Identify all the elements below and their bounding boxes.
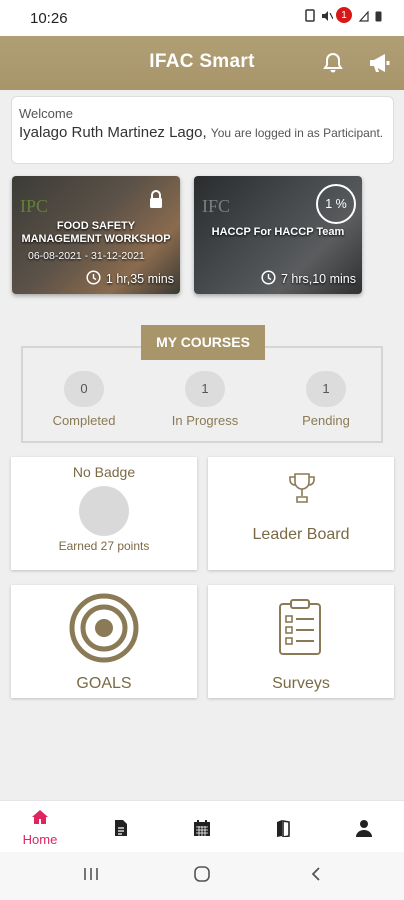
course-duration: 7 hrs,10 mins <box>261 270 356 288</box>
clock-icon <box>261 270 276 288</box>
nav-home[interactable]: Home <box>20 809 60 847</box>
badge-points: Earned 27 points <box>58 539 150 553</box>
mute-icon <box>321 9 334 27</box>
course-progress: 1 % <box>316 184 356 224</box>
course-logo: IFC <box>202 196 231 216</box>
stat-label: Pending <box>302 413 350 428</box>
course-card[interactable]: IFC 1 % HACCP For HACCP Team 7 hrs,10 mi… <box>194 176 362 294</box>
nav-home-label: Home <box>22 832 58 847</box>
battery-icon <box>375 9 382 27</box>
welcome-user: Iyalago Ruth Martinez Lago, You are logg… <box>19 124 389 142</box>
duration-text: 1 hr,35 mins <box>105 272 174 286</box>
leaderboard-tile[interactable]: Leader Board <box>208 457 394 570</box>
stat-count: 1 <box>185 371 225 407</box>
goals-tile[interactable]: GOALS <box>11 585 197 698</box>
bell-icon[interactable] <box>320 50 346 76</box>
surveys-label: Surveys <box>272 675 330 692</box>
course-title: FOOD SAFETY MANAGEMENT WORKSHOP <box>21 220 171 245</box>
user-name: Iyalago Ruth Martinez Lago, <box>19 124 207 141</box>
recent-apps-icon[interactable] <box>82 866 100 887</box>
notification-badge: 1 <box>335 6 353 24</box>
my-courses-label: MY COURSES <box>141 325 265 360</box>
trophy-icon <box>288 471 316 512</box>
status-time: 10:26 <box>30 10 68 27</box>
badge-tile[interactable]: No Badge Earned 27 points <box>11 457 197 570</box>
badge-title: No Badge <box>72 464 136 480</box>
books-icon[interactable] <box>275 819 291 842</box>
clipboard-icon <box>278 598 322 661</box>
person-icon[interactable] <box>355 819 373 842</box>
surveys-tile[interactable]: Surveys <box>208 585 394 698</box>
stat-count: 0 <box>64 371 104 407</box>
sim-icon <box>305 9 315 27</box>
signal-icon <box>358 9 369 27</box>
welcome-greeting: Welcome <box>19 106 73 121</box>
stat-label: Completed <box>52 413 116 428</box>
goals-label: GOALS <box>76 675 132 692</box>
clock-icon <box>86 270 101 288</box>
stat-count: 1 <box>306 371 346 407</box>
leaderboard-label: Leader Board <box>252 526 350 543</box>
app-bar: IFAC Smart <box>0 36 404 90</box>
duration-text: 7 hrs,10 mins <box>280 272 356 286</box>
home-icon <box>31 810 49 829</box>
stat-label: In Progress <box>171 413 239 428</box>
stat-in-progress[interactable]: 1 In Progress <box>155 371 255 428</box>
system-nav-bar <box>0 852 404 900</box>
target-icon <box>68 592 140 669</box>
badge-placeholder <box>79 486 129 536</box>
course-logo: IPC <box>20 196 49 216</box>
welcome-card: Welcome Iyalago Ruth Martinez Lago, You … <box>11 96 394 164</box>
back-icon[interactable] <box>310 866 322 887</box>
course-title: HACCP For HACCP Team <box>211 226 345 238</box>
home-button-icon[interactable] <box>193 866 211 887</box>
megaphone-icon[interactable] <box>367 50 393 76</box>
course-duration: 1 hr,35 mins <box>86 270 174 288</box>
course-dates: 06-08-2021 - 31-12-2021 <box>28 250 145 262</box>
calendar-icon[interactable] <box>193 819 211 842</box>
lock-icon <box>148 190 164 208</box>
role-text: You are logged in as Participant. <box>210 126 384 140</box>
stat-completed[interactable]: 0 Completed <box>34 371 134 428</box>
document-icon[interactable] <box>114 819 128 842</box>
course-card[interactable]: IPC FOOD SAFETY MANAGEMENT WORKSHOP 06-0… <box>12 176 180 294</box>
stat-pending[interactable]: 1 Pending <box>276 371 376 428</box>
bottom-nav: Home <box>0 800 404 852</box>
